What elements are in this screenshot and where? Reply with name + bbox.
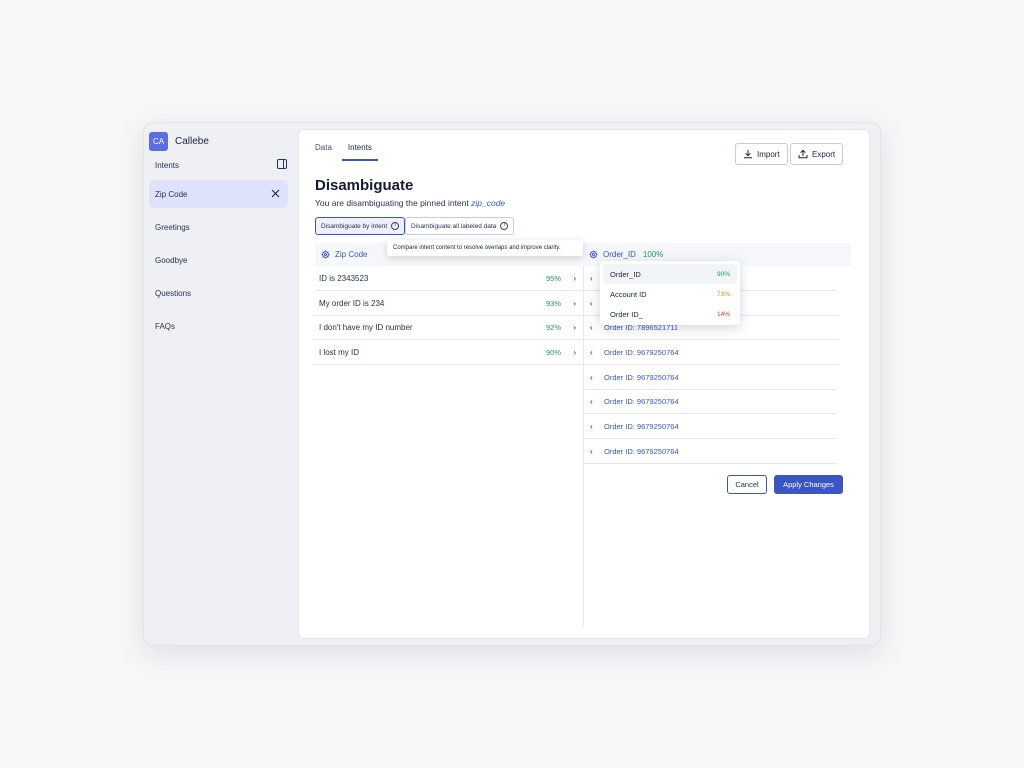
tab-intents[interactable]: Intents [341, 143, 378, 161]
table-row[interactable]: My order ID is 234 93% › [315, 291, 583, 316]
sidebar: CA Callebe Intents Zip Code Greetings Go… [144, 123, 299, 645]
table-row[interactable]: ‹ Order ID: 9679250764 [584, 439, 837, 464]
apply-changes-button[interactable]: Apply Changes [774, 475, 843, 494]
row-score: 90% [545, 347, 561, 357]
option-label: Order_ID [610, 269, 641, 279]
export-button[interactable]: Export [790, 143, 844, 165]
tab-bar: Data Intents [315, 143, 378, 161]
page-title: Disambiguate [315, 177, 414, 194]
tab-data[interactable]: Data [315, 143, 332, 161]
cancel-button[interactable]: Cancel [727, 475, 767, 494]
sidebar-item-label: Greetings [155, 222, 190, 232]
intents-section-label: Intents [155, 161, 180, 170]
info-icon[interactable]: i [500, 222, 509, 230]
chevron-right-icon[interactable]: › [573, 348, 576, 357]
sidebar-item-goodbye[interactable]: Goodbye [149, 246, 288, 274]
left-column-title: Zip Code [335, 250, 368, 259]
option-label: Order ID_ [610, 309, 643, 319]
right-column-score: 100% [642, 250, 664, 259]
row-score: 95% [545, 273, 561, 283]
dropdown-option[interactable]: Order ID_ 14% [603, 304, 737, 324]
row-text: Order ID: 9679250764 [604, 446, 679, 456]
dropdown-option[interactable]: Account ID 73% [603, 284, 737, 304]
mode-label: Disambiguate by intent [321, 222, 388, 230]
row-text: Order ID: 9679250764 [604, 396, 679, 406]
chevron-left-icon[interactable]: ‹ [590, 348, 593, 357]
chevron-left-icon[interactable]: ‹ [590, 274, 593, 283]
app-window: CA Callebe Intents Zip Code Greetings Go… [143, 122, 881, 646]
disambiguate-by-intent-button[interactable]: Disambiguate by intent i [315, 217, 406, 235]
workspace-avatar: CA [149, 132, 168, 151]
sidebar-item-greetings[interactable]: Greetings [149, 213, 288, 241]
row-text: I don't have my ID number [319, 322, 413, 332]
gear-icon [589, 250, 598, 259]
sidebar-item-questions[interactable]: Questions [149, 279, 288, 307]
dropdown-option[interactable]: Order_ID 90% [603, 264, 737, 284]
disambiguate-all-labeled-button[interactable]: Disambiguate all labeled data i [405, 217, 515, 235]
option-score: 90% [716, 270, 730, 278]
import-button[interactable]: Import [735, 143, 788, 165]
sidebar-item-label: Goodbye [155, 255, 188, 265]
sidebar-item-label: Questions [155, 288, 192, 298]
option-label: Account ID [610, 289, 647, 299]
table-row[interactable]: ‹ Order ID: 9679250764 [584, 389, 837, 414]
row-text: Order ID: 9679250764 [604, 421, 679, 431]
right-column-title: Order_ID [603, 250, 636, 259]
page-subtitle: You are disambiguating the pinned intent… [315, 198, 505, 208]
workspace-switcher[interactable]: CA Callebe [149, 132, 209, 151]
row-text: Order ID: 9679250764 [604, 347, 679, 357]
close-icon[interactable] [271, 189, 280, 198]
intent-dropdown: Order_ID 90% Account ID 73% Order ID_ 14… [600, 261, 740, 325]
sidebar-item-zip-code[interactable]: Zip Code [149, 180, 288, 208]
sidebar-item-faqs[interactable]: FAQs [149, 312, 288, 340]
info-tooltip: Compare intent content to resolve overla… [387, 240, 583, 256]
table-row[interactable]: ‹ Order ID: 9679250764 [584, 340, 837, 365]
download-icon [744, 150, 752, 159]
table-row[interactable]: ‹ Order ID: 9679250764 [584, 414, 837, 439]
chevron-right-icon[interactable]: › [573, 274, 576, 283]
main-panel: Data Intents Import Export Disambiguate … [298, 129, 870, 639]
row-text: Order ID: 9679250764 [604, 372, 679, 382]
chevron-left-icon[interactable]: ‹ [590, 447, 593, 456]
workspace-name: Callebe [175, 136, 209, 147]
chevron-left-icon[interactable]: ‹ [590, 323, 593, 332]
chevron-left-icon[interactable]: ‹ [590, 397, 593, 406]
row-text: ID is 2343523 [319, 273, 369, 283]
chevron-left-icon[interactable]: ‹ [590, 422, 593, 431]
row-text: My order ID is 234 [319, 298, 385, 308]
table-row[interactable]: ID is 2343523 95% › [315, 266, 583, 291]
info-icon[interactable]: i [391, 222, 400, 230]
subtitle-text: You are disambiguating the pinned intent [315, 198, 469, 208]
table-row[interactable]: ‹ Order ID: 9679250764 [584, 365, 837, 390]
gear-icon [321, 250, 330, 259]
upload-icon [798, 149, 808, 159]
sidebar-item-label: Zip Code [155, 189, 188, 199]
row-score: 93% [545, 298, 561, 308]
chevron-right-icon[interactable]: › [573, 323, 576, 332]
table-row[interactable]: I don't have my ID number 92% › [315, 315, 583, 340]
chevron-left-icon[interactable]: ‹ [590, 373, 593, 382]
export-label: Export [812, 149, 836, 159]
mode-label: Disambiguate all labeled data [411, 222, 497, 230]
pinned-intent-link[interactable]: zip_code [471, 198, 505, 208]
chevron-left-icon[interactable]: ‹ [590, 299, 593, 308]
row-text: I lost my ID [319, 347, 360, 357]
import-label: Import [757, 149, 780, 159]
sidebar-item-label: FAQs [155, 321, 176, 331]
row-score: 92% [545, 322, 561, 332]
chevron-right-icon[interactable]: › [573, 299, 576, 308]
table-row[interactable]: I lost my ID 90% › [315, 340, 583, 365]
option-score: 14% [716, 310, 730, 318]
option-score: 73% [716, 290, 730, 298]
collapse-sidebar-icon[interactable] [277, 159, 287, 169]
